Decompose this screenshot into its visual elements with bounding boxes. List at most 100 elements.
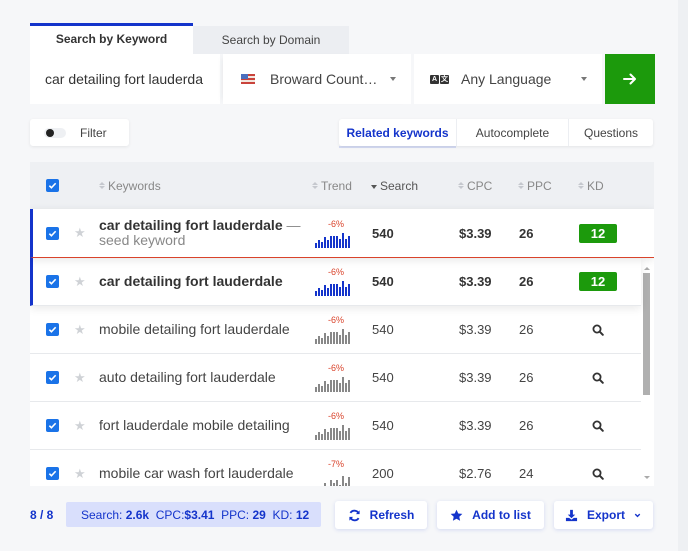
- cpc-cell: $3.39: [459, 306, 492, 353]
- tab-search-by-domain[interactable]: Search by Domain: [193, 26, 349, 54]
- search-volume-cell: 540: [372, 402, 394, 449]
- select-all-checkbox[interactable]: [46, 179, 59, 192]
- sort-icon: [99, 182, 105, 189]
- search-volume-cell: 540: [372, 258, 394, 305]
- row-checkbox[interactable]: [46, 306, 59, 353]
- export-button[interactable]: Export: [554, 501, 653, 529]
- table-scrollbar[interactable]: [643, 267, 651, 483]
- filter-toggle[interactable]: Filter: [30, 119, 129, 146]
- tab-search-by-keyword[interactable]: Search by Keyword: [30, 23, 193, 54]
- search-bar: Broward Count… A文 Any Language: [30, 54, 655, 104]
- trend-bar: [333, 428, 335, 440]
- tab-autocomplete[interactable]: Autocomplete: [456, 119, 568, 146]
- add-to-list-button[interactable]: Add to list: [437, 501, 544, 529]
- tab-related-keywords[interactable]: Related keywords: [339, 119, 456, 146]
- column-cpc[interactable]: CPC: [458, 179, 492, 193]
- star-icon: ★: [74, 465, 86, 481]
- location-select[interactable]: Broward Count…: [223, 54, 411, 104]
- sort-icon: [312, 182, 318, 189]
- toggle-switch[interactable]: [44, 127, 66, 138]
- column-search-label: Search: [380, 178, 419, 193]
- table-row[interactable]: ★ mobile car wash fort lauderdale -7% 20…: [30, 450, 641, 486]
- column-ppc-label: PPC: [527, 178, 552, 193]
- keyword-cell: car detailing fort lauderdale — seed keyw…: [99, 209, 301, 257]
- favorite-star[interactable]: ★: [74, 306, 86, 353]
- search-icon[interactable]: [592, 324, 604, 336]
- keyword-text[interactable]: car detailing fort lauderdale: [99, 274, 283, 289]
- scroll-thumb[interactable]: [643, 273, 650, 395]
- trend-bar: [348, 332, 350, 344]
- row-checkbox[interactable]: [46, 258, 59, 305]
- add-to-list-label: Add to list: [472, 508, 531, 522]
- trend-bar: [339, 287, 341, 296]
- search-icon[interactable]: [592, 372, 604, 384]
- favorite-star[interactable]: ★: [74, 354, 86, 401]
- keyword-text[interactable]: fort lauderdale mobile detailing: [99, 418, 290, 433]
- row-checkbox[interactable]: [46, 354, 59, 401]
- trend-bar: [318, 239, 320, 248]
- favorite-star[interactable]: ★: [74, 258, 86, 305]
- keyword-cell: mobile detailing fort lauderdale: [99, 306, 290, 353]
- ppc-value: 24: [519, 466, 534, 481]
- keyword-text[interactable]: auto detailing fort lauderdale: [99, 370, 276, 385]
- keyword-text[interactable]: car detailing fort lauderdale — seed keyw…: [99, 218, 301, 248]
- table-row[interactable]: ★ auto detailing fort lauderdale -6% 540…: [30, 354, 641, 402]
- seed-keyword-row[interactable]: ★ car detailing fort lauderdale — seed ke…: [30, 209, 654, 258]
- language-select[interactable]: A文 Any Language: [414, 54, 602, 104]
- trend-bar: [327, 288, 329, 296]
- ppc-value: 26: [519, 274, 534, 289]
- keyword-text[interactable]: mobile detailing fort lauderdale: [99, 322, 290, 337]
- refresh-button[interactable]: Refresh: [335, 501, 427, 529]
- scroll-down-arrow[interactable]: [644, 476, 650, 479]
- column-kd[interactable]: KD: [578, 179, 604, 193]
- trend-sparkline: [315, 425, 350, 440]
- trend-bar: [345, 238, 347, 248]
- keyword-label: car detailing fort lauderdale: [99, 217, 283, 233]
- column-keywords[interactable]: Keywords: [99, 179, 161, 193]
- search-icon[interactable]: [592, 468, 604, 480]
- column-kd-label: KD: [587, 178, 604, 193]
- trend-bar: [339, 383, 341, 392]
- trend-bar: [324, 333, 326, 344]
- search-go-button[interactable]: [605, 54, 655, 104]
- row-checkbox[interactable]: [46, 209, 59, 257]
- keyword-cell: fort lauderdale mobile detailing: [99, 402, 290, 449]
- kd-cell[interactable]: [592, 354, 604, 401]
- star-icon: ★: [74, 321, 86, 337]
- column-ppc[interactable]: PPC: [518, 179, 552, 193]
- trend-cell: -6%: [298, 354, 350, 401]
- kd-cell[interactable]: [592, 306, 604, 353]
- sort-desc-icon: [371, 185, 377, 189]
- tab-questions[interactable]: Questions: [568, 119, 653, 146]
- trend-bar: [336, 284, 338, 296]
- trend-bar: [315, 387, 317, 392]
- trend-bar: [324, 429, 326, 440]
- table-row[interactable]: ★ mobile detailing fort lauderdale -6% 5…: [30, 306, 641, 354]
- kd-cell[interactable]: [592, 450, 604, 486]
- favorite-star[interactable]: ★: [74, 402, 86, 449]
- trend-sparkline: [315, 232, 350, 248]
- row-checkbox[interactable]: [46, 402, 59, 449]
- cpc-cell: $3.39: [459, 354, 492, 401]
- trend-bar: [330, 332, 332, 344]
- scroll-up-arrow[interactable]: [644, 267, 650, 270]
- column-trend[interactable]: Trend: [312, 179, 352, 193]
- column-keywords-label: Keywords: [108, 178, 161, 193]
- keyword-text[interactable]: mobile car wash fort lauderdale: [99, 466, 294, 481]
- trend-bar: [339, 485, 341, 486]
- column-search[interactable]: Search: [371, 179, 418, 193]
- trend-bar: [324, 381, 326, 392]
- search-icon[interactable]: [592, 420, 604, 432]
- ppc-cell: 26: [519, 306, 533, 353]
- table-row[interactable]: ★ fort lauderdale mobile detailing -6% 5…: [30, 402, 641, 450]
- location-label: Broward Count…: [270, 71, 378, 87]
- kd-cell[interactable]: [592, 402, 604, 449]
- keywords-table: Keywords Trend Search CPC PPC KD ★ car d…: [30, 162, 654, 486]
- column-cpc-label: CPC: [467, 178, 493, 193]
- table-row[interactable]: ★ car detailing fort lauderdale -6% 540 …: [30, 258, 641, 306]
- favorite-star[interactable]: ★: [74, 450, 86, 486]
- language-label: Any Language: [461, 71, 552, 87]
- row-checkbox[interactable]: [46, 450, 59, 486]
- favorite-star[interactable]: ★: [74, 209, 86, 257]
- keyword-input[interactable]: [30, 54, 220, 104]
